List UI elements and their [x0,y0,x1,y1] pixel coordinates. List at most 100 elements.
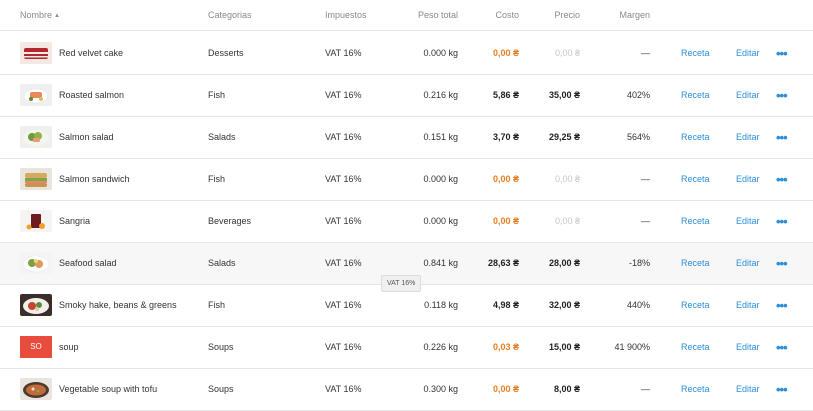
recipe-name[interactable]: Seafood salad [59,243,117,284]
recipe-cost: 28,63 ₴ [487,258,519,268]
more-actions-icon[interactable]: ••• [776,33,788,74]
edit-link[interactable]: Editar [736,159,760,200]
more-actions-icon[interactable]: ••• [776,285,788,326]
recipe-weight: 0.151 kg [423,132,458,142]
recipe-cost: 4,98 ₴ [492,300,519,310]
recipe-category: Salads [208,132,236,142]
recipe-price: 29,25 ₴ [548,132,580,142]
edit-link[interactable]: Editar [736,75,760,116]
column-header-weight[interactable]: Peso total [398,10,458,20]
recipe-link[interactable]: Receta [681,285,710,326]
recipe-price: 32,00 ₴ [548,300,580,310]
recipe-name[interactable]: Red velvet cake [59,33,123,74]
edit-link[interactable]: Editar [736,327,760,368]
recipe-margin: — [641,48,650,58]
recipe-margin: 564% [626,132,650,142]
edit-link[interactable]: Editar [736,243,760,284]
table-row[interactable]: Vegetable soup with tofu Soups VAT 16% 0.30… [0,369,813,411]
recipe-cost: 0,00 ₴ [492,216,519,226]
column-header-category[interactable]: Categorias [208,10,252,20]
recipe-tax: VAT 16% [325,216,362,226]
table-row[interactable]: Red velvet cake Desserts VAT 16% 0.000 kg 0,… [0,33,813,75]
column-header-margin[interactable]: Margen [600,10,650,20]
tax-tooltip: VAT 16% [381,275,422,292]
recipe-name[interactable]: Vegetable soup with tofu [59,369,157,410]
edit-link[interactable]: Editar [736,285,760,326]
more-actions-icon[interactable]: ••• [776,159,788,200]
more-actions-icon[interactable]: ••• [776,369,788,410]
edit-link[interactable]: Editar [736,33,760,74]
recipe-tax: VAT 16% [325,384,362,394]
recipe-name[interactable]: Salmon salad [59,117,114,158]
recipe-price: 0,00 ₴ [554,48,580,58]
recipe-cost: 0,00 ₴ [492,174,519,184]
recipe-price: 8,00 ₴ [553,384,580,394]
recipe-tax: VAT 16% [325,258,362,268]
recipe-link[interactable]: Receta [681,327,710,368]
recipe-category: Soups [208,384,234,394]
recipe-name[interactable]: Roasted salmon [59,75,124,116]
recipe-margin: 41 900% [614,342,650,352]
recipe-name[interactable]: Salmon sandwich [59,159,130,200]
more-actions-icon[interactable]: ••• [776,243,788,284]
recipe-price: 0,00 ₴ [554,174,580,184]
more-actions-icon[interactable]: ••• [776,117,788,158]
recipe-thumbnail [20,378,52,400]
more-actions-icon[interactable]: ••• [776,327,788,368]
edit-link[interactable]: Editar [736,201,760,242]
recipe-link[interactable]: Receta [681,75,710,116]
recipe-name[interactable]: Sangria [59,201,90,242]
table-row[interactable]: Sangria Beverages VAT 16% 0.000 kg 0,00 ₴ 0,0… [0,201,813,243]
recipe-link[interactable]: Receta [681,201,710,242]
recipe-name[interactable]: Smoky hake, beans & greens [59,285,177,326]
recipe-link[interactable]: Receta [681,369,710,410]
recipe-cost: 0,00 ₴ [492,384,519,394]
more-actions-icon[interactable]: ••• [776,75,788,116]
recipe-thumbnail [20,252,52,274]
recipe-cost: 5,86 ₴ [492,90,519,100]
recipe-margin: -18% [628,258,650,268]
column-header-price[interactable]: Precio [530,10,580,20]
recipe-category: Soups [208,342,234,352]
table-row[interactable]: Roasted salmon Fish VAT 16% 0.216 kg 5,86 ₴ 3… [0,75,813,117]
recipe-tax: VAT 16% [325,342,362,352]
table-header: Nombre ▲ Categorias Impuestos Peso total … [0,0,813,31]
sort-ascending-icon: ▲ [54,13,60,19]
recipe-price: 15,00 ₴ [548,342,580,352]
recipe-weight: 0.216 kg [423,90,458,100]
recipe-price: 35,00 ₴ [548,90,580,100]
recipe-price: 28,00 ₴ [548,258,580,268]
recipe-initials-badge: SO [20,336,52,358]
recipe-price: 0,00 ₴ [554,216,580,226]
recipe-category: Fish [208,174,226,184]
edit-link[interactable]: Editar [736,369,760,410]
column-header-name[interactable]: Nombre ▲ [20,10,60,20]
recipe-thumbnail [20,168,52,190]
table-row[interactable]: Salmon sandwich Fish VAT 16% 0.000 kg 0,00 ₴… [0,159,813,201]
recipe-link[interactable]: Receta [681,33,710,74]
recipe-tax: VAT 16% [325,90,362,100]
recipe-link[interactable]: Receta [681,159,710,200]
recipe-thumbnail [20,210,52,232]
recipe-name[interactable]: soup [59,327,79,368]
recipe-table-body: Red velvet cake Desserts VAT 16% 0.000 kg 0,… [0,33,813,411]
recipe-margin: — [641,216,650,226]
recipe-category: Beverages [208,216,252,226]
recipe-weight: 0.000 kg [423,216,458,226]
recipe-category: Fish [208,300,226,310]
edit-link[interactable]: Editar [736,117,760,158]
recipe-category: Desserts [208,48,244,58]
recipe-cost: 0,00 ₴ [492,48,519,58]
recipe-category: Salads [208,258,236,268]
recipe-link[interactable]: Receta [681,117,710,158]
column-header-tax[interactable]: Impuestos [325,10,367,20]
recipe-category: Fish [208,90,226,100]
recipe-thumbnail [20,42,52,64]
table-row[interactable]: SO soup Soups VAT 16% 0.226 kg 0,03 ₴ 15,00 ₴ 4… [0,327,813,369]
recipe-link[interactable]: Receta [681,243,710,284]
column-header-cost[interactable]: Costo [469,10,519,20]
recipe-margin: — [641,384,650,394]
recipe-cost: 3,70 ₴ [492,132,519,142]
more-actions-icon[interactable]: ••• [776,201,788,242]
table-row[interactable]: Salmon salad Salads VAT 16% 0.151 kg 3,70 ₴ 2… [0,117,813,159]
